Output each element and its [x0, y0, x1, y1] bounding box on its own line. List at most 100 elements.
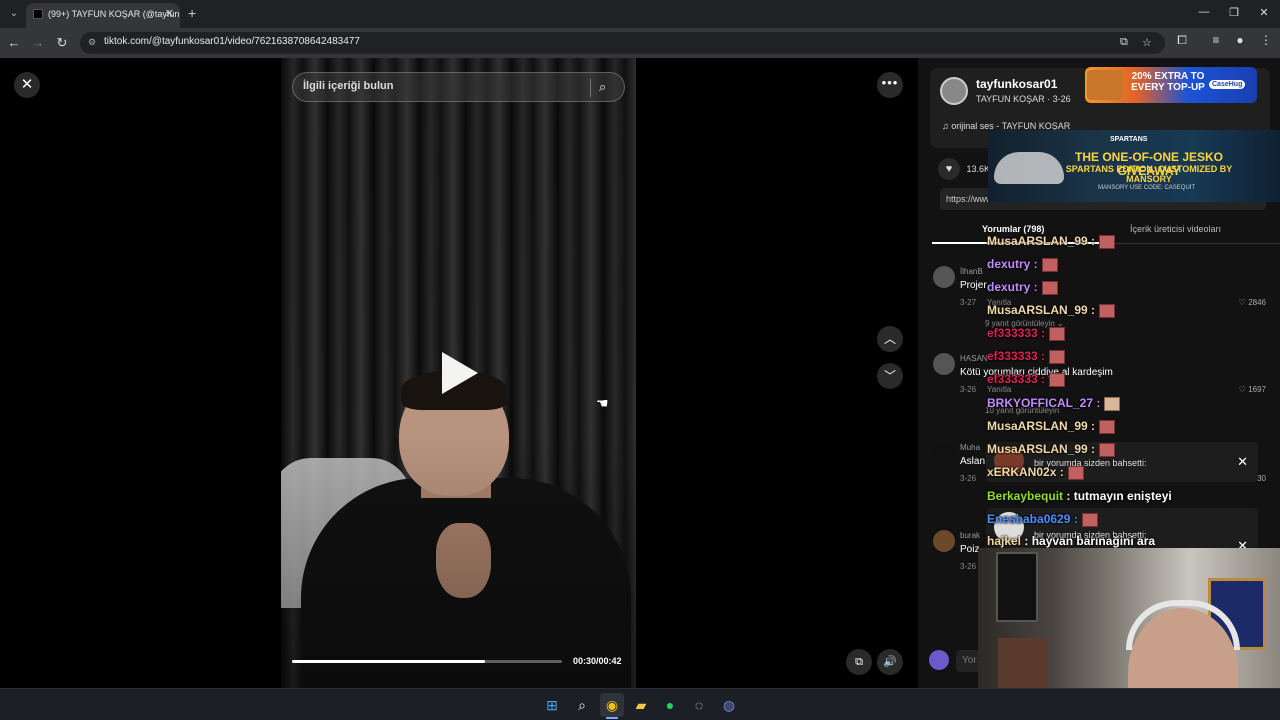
reload-icon[interactable]: ↻: [54, 35, 70, 51]
ad1-text: 20% EXTRA TO EVERY TOP-UP: [1131, 71, 1205, 93]
extensions-icon[interactable]: ⧠: [1174, 33, 1190, 48]
comment-user[interactable]: HASAN: [960, 354, 988, 363]
car-image: [994, 152, 1064, 184]
comment-user[interactable]: İlhanB: [960, 267, 983, 276]
chat-emote-icon: [1067, 465, 1084, 480]
search-icon[interactable]: ⌕: [573, 696, 591, 714]
chat-line: MusaARSLAN_99 :: [987, 419, 1116, 434]
comment-avatar[interactable]: [933, 442, 955, 464]
profile-avatar-icon[interactable]: ●: [1232, 33, 1248, 47]
more-icon[interactable]: •••: [877, 72, 903, 98]
ad-banner-topup[interactable]: 20% EXTRA TO EVERY TOP-UP CaseHug: [1085, 67, 1257, 103]
related-search-input[interactable]: İlgili içeriği bulun ⌕: [292, 72, 625, 102]
tab-search-icon[interactable]: ⌄: [6, 6, 22, 22]
tiktok-favicon-icon: [33, 9, 43, 19]
search-placeholder: İlgili içeriği bulun: [303, 80, 394, 92]
video-time: 00:30/00:42: [573, 656, 622, 666]
chat-emote-icon: [1049, 349, 1066, 364]
windows-taskbar: ⊞ ⌕ ◉ ▰ ● ◌ ◍: [0, 688, 1280, 720]
chat-line: xERKAN02x :: [987, 465, 1084, 480]
chat-line: BRKYOFFICAL_27 :: [987, 396, 1121, 411]
chat-line: MusaARSLAN_99 :: [987, 303, 1116, 318]
browser-menu-icon[interactable]: ⋮: [1258, 33, 1274, 47]
install-icon[interactable]: ⧉: [1120, 36, 1128, 49]
app-icon[interactable]: ◌: [690, 696, 708, 714]
active-app-indicator: [606, 717, 618, 719]
comment-avatar[interactable]: [933, 353, 955, 375]
video-player[interactable]: İlgili içeriği bulun ⌕ 00:30/00:42: [281, 58, 636, 688]
address-bar[interactable]: ⚙ tiktok.com/@tayfunkosar01/video/762163…: [80, 32, 1165, 54]
chat-emote-icon: [1099, 303, 1116, 318]
stream-chat-overlay: MusaARSLAN_99 : dexutry : dexutry : MusaARS…: [985, 234, 1280, 552]
author-display: TAYFUN KOŞAR · 3-26: [976, 94, 1071, 104]
comment-avatar[interactable]: [933, 266, 955, 288]
comment-date: 3-26: [960, 474, 977, 483]
chat-emote-icon: [1099, 419, 1116, 434]
progress-fill: [292, 660, 485, 663]
chat-username: ef333333 :: [987, 326, 1046, 340]
new-tab-icon[interactable]: +: [188, 5, 196, 21]
mouse-cursor-icon: ☚: [596, 395, 609, 411]
windows-start-icon[interactable]: ⊞: [543, 696, 561, 714]
back-icon[interactable]: ←: [6, 35, 22, 51]
ad2-subline: SPARTANS EDITION. CUSTOMIZED BY MANSORY: [1065, 164, 1233, 184]
chat-emote-icon: [1049, 326, 1066, 341]
chat-line: ef333333 :: [987, 372, 1066, 387]
comment-user[interactable]: burak: [960, 531, 980, 540]
author-username[interactable]: tayfunkosar01: [976, 77, 1057, 91]
close-icon[interactable]: ✕: [14, 72, 40, 98]
chat-username: ef333333 :: [987, 372, 1046, 386]
tab-creator-videos[interactable]: İçerik üreticisi videoları: [1130, 224, 1221, 234]
window-close-icon[interactable]: ✕: [1254, 6, 1274, 19]
progress-bar[interactable]: [292, 660, 562, 663]
chat-line: ef333333 :: [987, 349, 1066, 364]
chrome-icon[interactable]: ◉: [603, 696, 621, 714]
chat-username: MusaARSLAN_99 :: [987, 303, 1096, 317]
ad-banner-giveaway[interactable]: SPARTANS THE ONE-OF-ONE JESKO GIVEAWAY S…: [988, 130, 1280, 202]
spotify-icon[interactable]: ●: [661, 696, 679, 714]
site-info-icon[interactable]: ⚙: [88, 37, 96, 48]
comment-text: Projer: [960, 280, 987, 291]
forward-icon[interactable]: →: [30, 35, 46, 51]
floating-player-icon[interactable]: ⧉: [846, 649, 872, 675]
chat-line: MusaARSLAN_99 :: [987, 234, 1116, 249]
comment-text: Aslan: [960, 456, 986, 467]
volume-icon[interactable]: 🔊: [877, 649, 903, 675]
chevron-down-icon[interactable]: ﹀: [877, 363, 903, 389]
reading-list-icon[interactable]: ≡: [1208, 33, 1224, 47]
restore-icon[interactable]: ❐: [1224, 6, 1244, 19]
tab-close-icon[interactable]: ✕: [165, 3, 174, 25]
chat-line: ef333333 :: [987, 326, 1066, 341]
comment-avatar[interactable]: [933, 530, 955, 552]
chat-line: dexutry :: [987, 280, 1058, 295]
chat-username: dexutry :: [987, 257, 1038, 271]
search-icon[interactable]: ⌕: [599, 79, 606, 95]
heart-icon[interactable]: ♥: [938, 158, 960, 180]
chat-line: MusaARSLAN_99 :: [987, 442, 1116, 457]
bookmark-star-icon[interactable]: ☆: [1142, 36, 1152, 49]
tab-comments[interactable]: Yorumlar (798): [982, 224, 1044, 234]
comment-text: Poiz: [960, 544, 980, 555]
discord-icon[interactable]: ◍: [720, 696, 738, 714]
chat-message: : hayvan barınağini ara: [1021, 534, 1156, 548]
tab-title: (99+) TAYFUN KOŞAR (@tayfunk: [48, 9, 180, 19]
chat-username: MusaARSLAN_99 :: [987, 234, 1096, 248]
ad2-footer: MANSORY USE CODE: CASEQUIT: [1098, 185, 1196, 191]
chat-username: ef333333 :: [987, 349, 1046, 363]
comment-user[interactable]: Muha: [960, 443, 980, 452]
play-icon[interactable]: [442, 352, 478, 394]
user-avatar: [929, 650, 949, 670]
chat-line: hajkel : hayvan barınağini ara: [987, 534, 1155, 548]
chevron-up-icon[interactable]: ︿: [877, 326, 903, 352]
ad1-brand: CaseHug: [1209, 80, 1246, 89]
like-row: ♥ 13.6K: [938, 158, 990, 180]
like-count: 13.6K: [966, 164, 991, 174]
chat-emote-icon: [1081, 512, 1098, 527]
author-avatar[interactable]: [940, 77, 968, 105]
browser-tab[interactable]: (99+) TAYFUN KOŞAR (@tayfunk ✕: [26, 3, 180, 28]
chat-username: Enesbaba0629 :: [987, 512, 1078, 526]
url-text: tiktok.com/@tayfunkosar01/video/76216387…: [104, 36, 360, 47]
file-explorer-icon[interactable]: ▰: [632, 696, 650, 714]
chat-line: Berkaybequit : tutmayın enişteyi: [987, 489, 1172, 503]
minimize-icon[interactable]: —: [1194, 6, 1214, 18]
